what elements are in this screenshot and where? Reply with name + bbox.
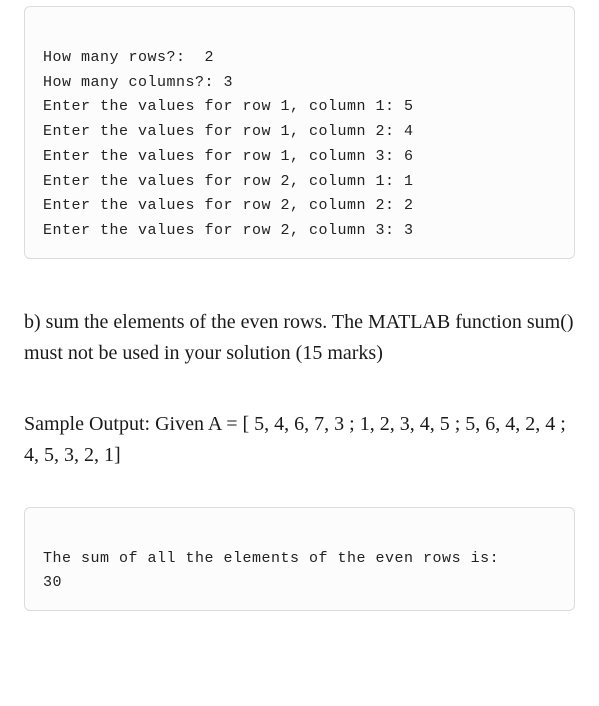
code-line: 30 — [43, 574, 62, 591]
code-line: Enter the values for row 2, column 2: 2 — [43, 197, 414, 214]
code-line: Enter the values for row 1, column 3: 6 — [43, 148, 414, 165]
code-block-output: The sum of all the elements of the even … — [24, 507, 575, 611]
code-line: How many rows?: 2 — [43, 49, 214, 66]
code-line: How many columns?: 3 — [43, 74, 233, 91]
code-line: The sum of all the elements of the even … — [43, 550, 499, 567]
code-line: Enter the values for row 1, column 1: 5 — [43, 98, 414, 115]
sample-output-text: Sample Output: Given A = [ 5, 4, 6, 7, 3… — [24, 409, 575, 471]
code-line: Enter the values for row 2, column 1: 1 — [43, 173, 414, 190]
code-line: Enter the values for row 2, column 3: 3 — [43, 222, 414, 239]
code-block-input: How many rows?: 2 How many columns?: 3 E… — [24, 6, 575, 259]
question-text: b) sum the elements of the even rows. Th… — [24, 307, 575, 369]
code-line: Enter the values for row 1, column 2: 4 — [43, 123, 414, 140]
